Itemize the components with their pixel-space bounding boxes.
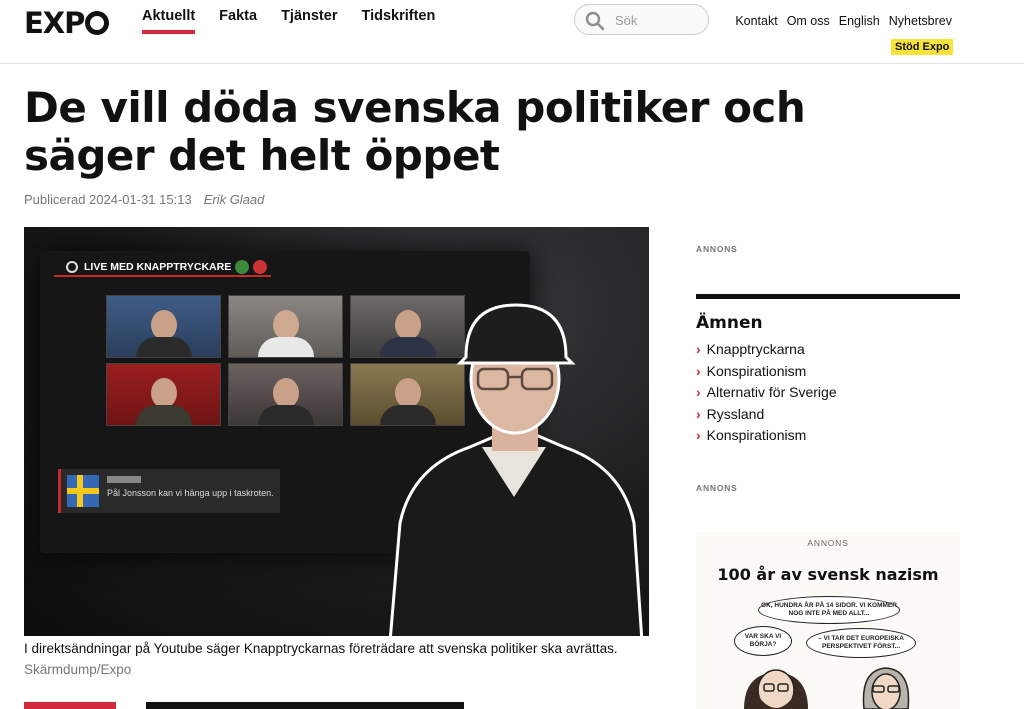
badge-icon: [235, 260, 250, 274]
chevron-right-icon: ›: [696, 384, 701, 400]
site-header: EXP Aktuellt Fakta Tjänster Tidskriften …: [0, 0, 1024, 64]
participant-body: [135, 337, 192, 357]
expo-logo[interactable]: EXP: [24, 6, 110, 40]
topics-list: › Knapptryckarna › Konspirationism › Altern…: [696, 339, 960, 447]
topic-link[interactable]: › Konspirationism: [696, 361, 960, 383]
video-tile: [106, 363, 221, 426]
ad-title: 100 år av svensk nazism: [717, 565, 939, 584]
author-link[interactable]: Erik Glaad: [204, 192, 265, 207]
chevron-right-icon: ›: [696, 427, 701, 443]
participant-body: [257, 337, 314, 357]
video-tile: [228, 363, 343, 426]
chevron-right-icon: ›: [696, 362, 701, 379]
participant-body: [135, 405, 192, 425]
speech-bubble: OK, HUNDRA ÅR PÅ 14 SIDOR. VI KOMMER NOG…: [758, 596, 900, 624]
ad-label: ANNONS: [696, 244, 738, 254]
search-icon: [585, 11, 605, 31]
image-caption: I direktsändningar på Youtube säger Knap…: [24, 641, 618, 656]
search-box[interactable]: [574, 4, 709, 35]
speech-bubble: – VI TAR DET EUROPEISKA PERSPEKTIVET FÖR…: [806, 628, 916, 658]
topnav-kontakt[interactable]: Kontakt: [735, 14, 777, 28]
record-icon: [66, 261, 78, 273]
live-banner: LIVE MED KNAPPTRYCKARE: [54, 257, 272, 277]
participant-face: [150, 378, 177, 408]
participant-body: [257, 405, 314, 425]
video-tile: [228, 295, 343, 358]
logo-o-mark: [85, 11, 110, 35]
nav-fakta[interactable]: Fakta: [219, 8, 257, 34]
participant-face: [272, 310, 299, 340]
main-nav: Aktuellt Fakta Tjänster Tidskriften: [142, 8, 435, 34]
chevron-right-icon: ›: [696, 341, 701, 357]
nav-tidskriften[interactable]: Tidskriften: [361, 8, 435, 34]
support-button[interactable]: Stöd Expo: [891, 39, 954, 55]
search-input[interactable]: [615, 10, 701, 30]
article-headline: De vill döda svenska politiker och säger…: [24, 83, 806, 180]
topic-link[interactable]: › Ryssland: [696, 404, 960, 426]
image-credit: Skärmdump/Expo: [24, 662, 132, 677]
top-nav: Kontakt Om oss English Nyhetsbrev: [735, 14, 952, 28]
speech-bubble: VAR SKA VI BÖRJA?: [734, 626, 792, 656]
participant-face: [150, 310, 177, 340]
topnav-om-oss[interactable]: Om oss: [787, 14, 830, 28]
video-tile: [106, 295, 221, 358]
topic-link[interactable]: › Knapptryckarna: [696, 339, 960, 361]
topnav-english[interactable]: English: [839, 14, 880, 28]
swedish-flag-icon: [67, 475, 99, 507]
next-section-heading-cropped: [24, 702, 464, 709]
advertisement[interactable]: ANNONS 100 år av svensk nazism OK, HUNDR…: [696, 532, 960, 709]
ad-label: ANNONS: [696, 483, 738, 493]
participant-face: [272, 378, 299, 408]
chat-message: Pål Jonsson kan vi hänga upp i taskroten…: [58, 469, 280, 513]
blurred-username: [107, 476, 141, 483]
ad-label: ANNONS: [807, 538, 849, 548]
topic-link[interactable]: › Alternativ för Sverige: [696, 382, 960, 404]
topics-box: Ämnen › Knapptryckarna › Konspirationism ›…: [696, 294, 960, 447]
topic-link[interactable]: › Konspirationism: [696, 425, 960, 447]
nav-aktuellt[interactable]: Aktuellt: [142, 8, 196, 34]
published-date: Publicerad 2024-01-31 15:13: [24, 192, 192, 207]
comic-illustration: [744, 667, 910, 709]
chevron-right-icon: ›: [696, 405, 701, 422]
nav-tjanster[interactable]: Tjänster: [281, 8, 337, 34]
article-meta: Publicerad 2024-01-31 15:13 Erik Glaad: [24, 192, 264, 207]
reporter-portrait: [388, 303, 644, 636]
topnav-nyhetsbrev[interactable]: Nyhetsbrev: [889, 14, 952, 28]
hero-image: LIVE MED KNAPPTRYCKARE Pål Jonsson kan v…: [24, 227, 649, 636]
topics-title: Ämnen: [696, 313, 763, 333]
chat-text: Pål Jonsson kan vi hänga upp i taskroten…: [107, 488, 274, 498]
badge-icon: [253, 260, 268, 274]
